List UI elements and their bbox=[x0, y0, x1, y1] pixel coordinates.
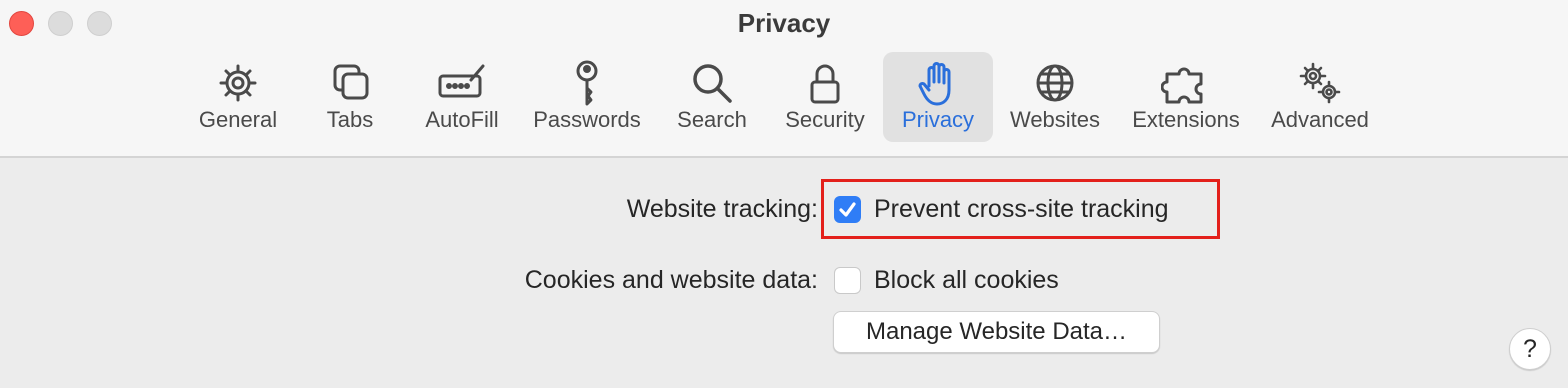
gears-icon bbox=[1295, 58, 1345, 108]
key-icon bbox=[562, 58, 612, 108]
tab-search[interactable]: Search bbox=[664, 52, 760, 142]
tab-label: Passwords bbox=[533, 107, 641, 132]
toolbar-divider bbox=[0, 156, 1568, 158]
lock-icon bbox=[800, 58, 850, 108]
tab-extensions[interactable]: Extensions bbox=[1125, 52, 1247, 142]
tab-label: Websites bbox=[1009, 107, 1101, 132]
tab-label: Search bbox=[677, 107, 747, 132]
tab-passwords[interactable]: Passwords bbox=[528, 52, 646, 142]
tab-label: Extensions bbox=[1132, 107, 1240, 132]
globe-icon bbox=[1030, 58, 1080, 108]
autofill-icon bbox=[437, 58, 487, 108]
tab-general[interactable]: General bbox=[188, 52, 288, 142]
tab-label: AutoFill bbox=[425, 107, 499, 132]
help-button[interactable]: ? bbox=[1509, 328, 1551, 370]
cookies-label: Cookies and website data: bbox=[524, 266, 818, 294]
tab-label: Security bbox=[785, 107, 865, 132]
checkmark-icon bbox=[839, 202, 856, 217]
tab-privacy[interactable]: Privacy bbox=[883, 52, 993, 142]
window-title: Privacy bbox=[737, 8, 831, 38]
block-cookies-checkbox[interactable] bbox=[834, 267, 861, 294]
tab-label: Privacy bbox=[901, 107, 975, 132]
tab-advanced[interactable]: Advanced bbox=[1264, 52, 1376, 142]
prevent-tracking-option-label[interactable]: Prevent cross-site tracking bbox=[874, 195, 1169, 224]
block-cookies-option-label[interactable]: Block all cookies bbox=[874, 266, 1059, 295]
tab-tabs[interactable]: Tabs bbox=[305, 52, 395, 142]
manage-website-data-button[interactable]: Manage Website Data… bbox=[833, 311, 1160, 353]
tab-label: Tabs bbox=[326, 107, 374, 132]
hand-icon bbox=[913, 58, 963, 108]
website-tracking-label: Website tracking: bbox=[626, 195, 818, 223]
gear-icon bbox=[213, 58, 263, 108]
tab-security[interactable]: Security bbox=[776, 52, 874, 142]
tab-label: Advanced bbox=[1271, 107, 1369, 132]
puzzle-icon bbox=[1161, 58, 1211, 108]
tab-autofill[interactable]: AutoFill bbox=[412, 52, 512, 142]
tab-label: General bbox=[198, 107, 278, 132]
tab-websites[interactable]: Websites bbox=[1003, 52, 1107, 142]
magnifier-icon bbox=[687, 58, 737, 108]
prevent-tracking-checkbox[interactable] bbox=[834, 196, 861, 223]
tabs-icon bbox=[325, 58, 375, 108]
